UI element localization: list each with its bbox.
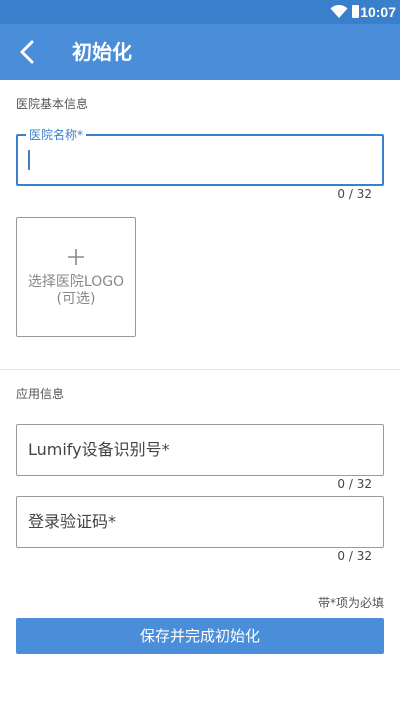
section-label-hospital: 医院基本信息 bbox=[16, 97, 89, 111]
status-bar: 10:07 bbox=[0, 0, 400, 24]
verify-code-counter: 0 / 32 bbox=[337, 549, 372, 563]
section-divider bbox=[0, 369, 400, 370]
app-bar: 初始化 bbox=[0, 24, 400, 80]
save-and-finish-button[interactable]: 保存并完成初始化 bbox=[16, 618, 384, 654]
wifi-icon bbox=[330, 5, 348, 18]
device-id-input[interactable]: Lumify设备识别号* bbox=[16, 424, 384, 476]
verify-code-placeholder: 登录验证码* bbox=[28, 512, 117, 531]
verify-code-input[interactable]: 登录验证码* bbox=[16, 496, 384, 548]
hospital-name-label: 医院名称* bbox=[26, 127, 87, 143]
device-id-counter: 0 / 32 bbox=[337, 477, 372, 491]
status-time: 10:07 bbox=[360, 4, 396, 20]
hospital-name-counter: 0 / 32 bbox=[337, 187, 372, 201]
page-title: 初始化 bbox=[72, 40, 132, 64]
plus-icon bbox=[68, 249, 84, 265]
text-caret bbox=[28, 150, 30, 170]
required-note: 带*项为必填 bbox=[317, 596, 384, 610]
section-label-app: 应用信息 bbox=[16, 387, 65, 401]
logo-picker-label: 选择医院LOGO bbox=[27, 274, 125, 290]
back-arrow-icon[interactable] bbox=[14, 38, 42, 66]
hospital-name-input[interactable]: 医院名称* bbox=[16, 127, 384, 186]
logo-picker[interactable]: 选择医院LOGO (可选) bbox=[16, 217, 136, 337]
device-id-placeholder: Lumify设备识别号* bbox=[28, 440, 170, 459]
logo-picker-optional: (可选) bbox=[56, 291, 96, 307]
